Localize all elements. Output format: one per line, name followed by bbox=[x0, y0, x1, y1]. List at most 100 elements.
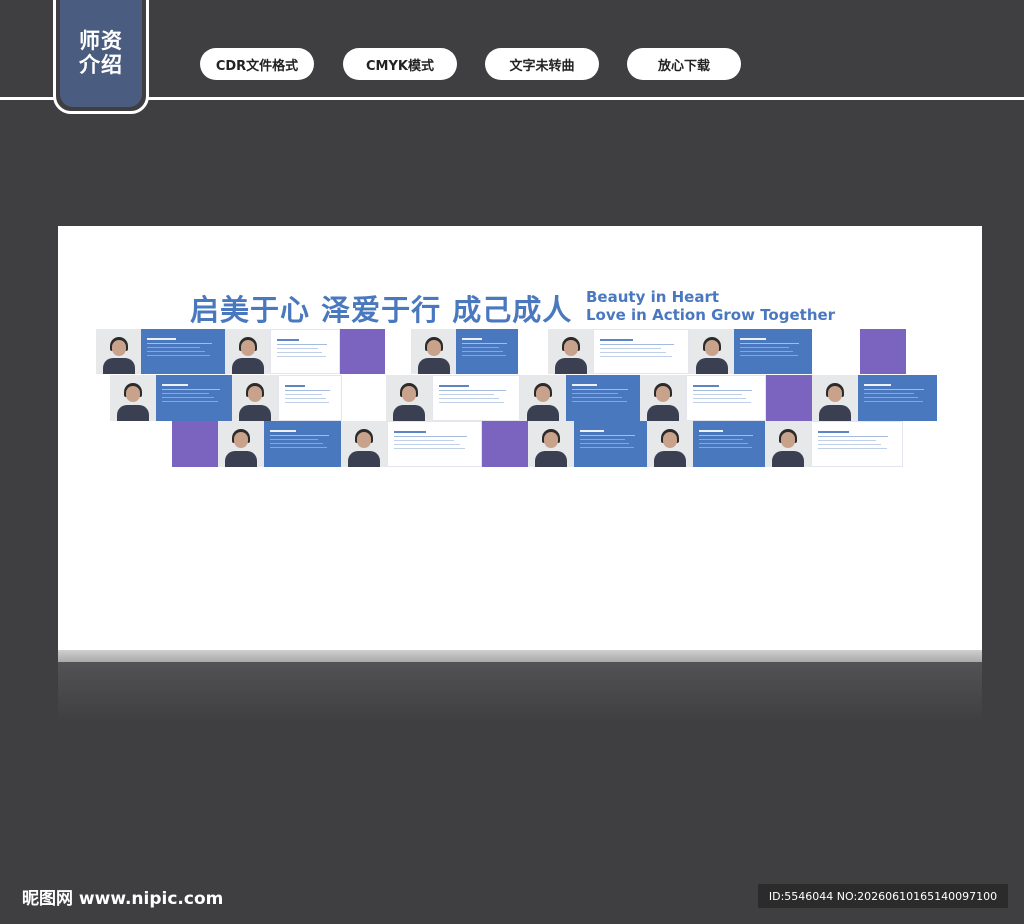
card-name-line bbox=[699, 430, 723, 432]
card-text-line bbox=[277, 348, 319, 349]
headline-english-line2: Love in Action Grow Together bbox=[586, 306, 836, 324]
person-face bbox=[357, 432, 371, 448]
card-text-line bbox=[394, 444, 460, 445]
person-body bbox=[647, 405, 679, 421]
teacher-card bbox=[693, 421, 765, 467]
floor-reflection bbox=[58, 662, 982, 722]
card-text-line bbox=[580, 435, 635, 436]
card-text-line bbox=[270, 435, 329, 436]
person-body bbox=[772, 451, 804, 467]
person-face bbox=[241, 340, 255, 356]
teacher-photo bbox=[96, 329, 141, 374]
person-face bbox=[234, 432, 248, 448]
card-text-line bbox=[693, 402, 752, 403]
image-id: ID:5546044 NO:20260610165140097100 bbox=[758, 884, 1008, 908]
card-text-line bbox=[699, 439, 744, 440]
person-body bbox=[117, 405, 149, 421]
card-name-line bbox=[285, 385, 305, 387]
card-text-line bbox=[600, 348, 661, 349]
pill-file-format: CDR文件格式 bbox=[200, 48, 314, 80]
card-text-line bbox=[394, 436, 467, 437]
person-face bbox=[663, 432, 677, 448]
card-text-line bbox=[818, 440, 876, 441]
card-text-line bbox=[818, 436, 889, 437]
person-body bbox=[239, 405, 271, 421]
card-name-line bbox=[580, 430, 605, 432]
card-name-line bbox=[270, 430, 296, 432]
badge-label: 师资介绍 bbox=[79, 29, 123, 77]
person-body bbox=[103, 358, 135, 374]
card-text-line bbox=[439, 398, 499, 399]
card-text-line bbox=[285, 394, 322, 395]
card-name-line bbox=[572, 384, 597, 386]
card-name-line bbox=[394, 431, 427, 433]
card-text-line bbox=[285, 402, 329, 403]
card-text-line bbox=[693, 398, 747, 399]
teacher-card bbox=[264, 421, 341, 467]
person-face bbox=[564, 340, 578, 356]
teacher-photo bbox=[689, 329, 734, 374]
pill-text-outline: 文字未转曲 bbox=[485, 48, 599, 80]
site-watermark: 昵图网 www.nipic.com bbox=[22, 889, 224, 909]
card-text-line bbox=[740, 343, 800, 344]
teacher-photo bbox=[812, 375, 858, 421]
card-text-line bbox=[580, 443, 630, 444]
card-text-line bbox=[864, 393, 914, 394]
card-text-line bbox=[600, 344, 674, 345]
card-text-line bbox=[864, 389, 925, 390]
card-text-line bbox=[462, 343, 507, 344]
teacher-card bbox=[811, 421, 903, 467]
card-text-line bbox=[693, 394, 742, 395]
card-name-line bbox=[439, 385, 469, 387]
card-text-line bbox=[699, 435, 753, 436]
card-text-line bbox=[818, 444, 882, 445]
person-body bbox=[819, 405, 851, 421]
card-text-line bbox=[277, 356, 327, 357]
teacher-card bbox=[593, 329, 689, 374]
card-text-line bbox=[162, 393, 210, 394]
top-divider bbox=[0, 97, 1024, 100]
card-name-line bbox=[864, 384, 891, 386]
card-text-line bbox=[394, 448, 466, 449]
card-text-line bbox=[740, 351, 794, 352]
category-badge: 师资介绍 bbox=[53, 0, 149, 114]
card-name-line bbox=[693, 385, 720, 387]
card-text-line bbox=[162, 397, 214, 398]
decor-block bbox=[172, 421, 218, 467]
person-face bbox=[112, 340, 126, 356]
teacher-photo bbox=[548, 329, 593, 374]
decor-block bbox=[766, 375, 812, 421]
person-face bbox=[427, 340, 441, 356]
teacher-photo bbox=[640, 375, 686, 421]
teacher-photo bbox=[528, 421, 574, 467]
teacher-card bbox=[456, 329, 518, 374]
teacher-card bbox=[566, 375, 640, 421]
person-face bbox=[781, 432, 795, 448]
teacher-card bbox=[686, 375, 766, 421]
card-text-line bbox=[572, 401, 627, 402]
card-text-line bbox=[462, 347, 499, 348]
teacher-photo bbox=[218, 421, 264, 467]
person-body bbox=[232, 358, 264, 374]
person-face bbox=[544, 432, 558, 448]
teacher-card bbox=[270, 329, 340, 374]
card-text-line bbox=[693, 390, 753, 391]
person-body bbox=[555, 358, 587, 374]
card-text-line bbox=[439, 390, 506, 391]
card-text-line bbox=[162, 401, 219, 402]
card-text-line bbox=[462, 351, 503, 352]
decor-block bbox=[860, 329, 906, 374]
card-text-line bbox=[600, 356, 673, 357]
card-name-line bbox=[462, 338, 482, 340]
card-text-line bbox=[572, 389, 628, 390]
card-name-line bbox=[277, 339, 300, 341]
card-text-line bbox=[864, 397, 919, 398]
teacher-card bbox=[432, 375, 520, 421]
person-body bbox=[696, 358, 728, 374]
card-text-line bbox=[740, 355, 799, 356]
card-text-line bbox=[818, 448, 887, 449]
card-text-line bbox=[270, 443, 323, 444]
person-face bbox=[705, 340, 719, 356]
teacher-photo bbox=[386, 375, 432, 421]
card-text-line bbox=[270, 447, 328, 448]
